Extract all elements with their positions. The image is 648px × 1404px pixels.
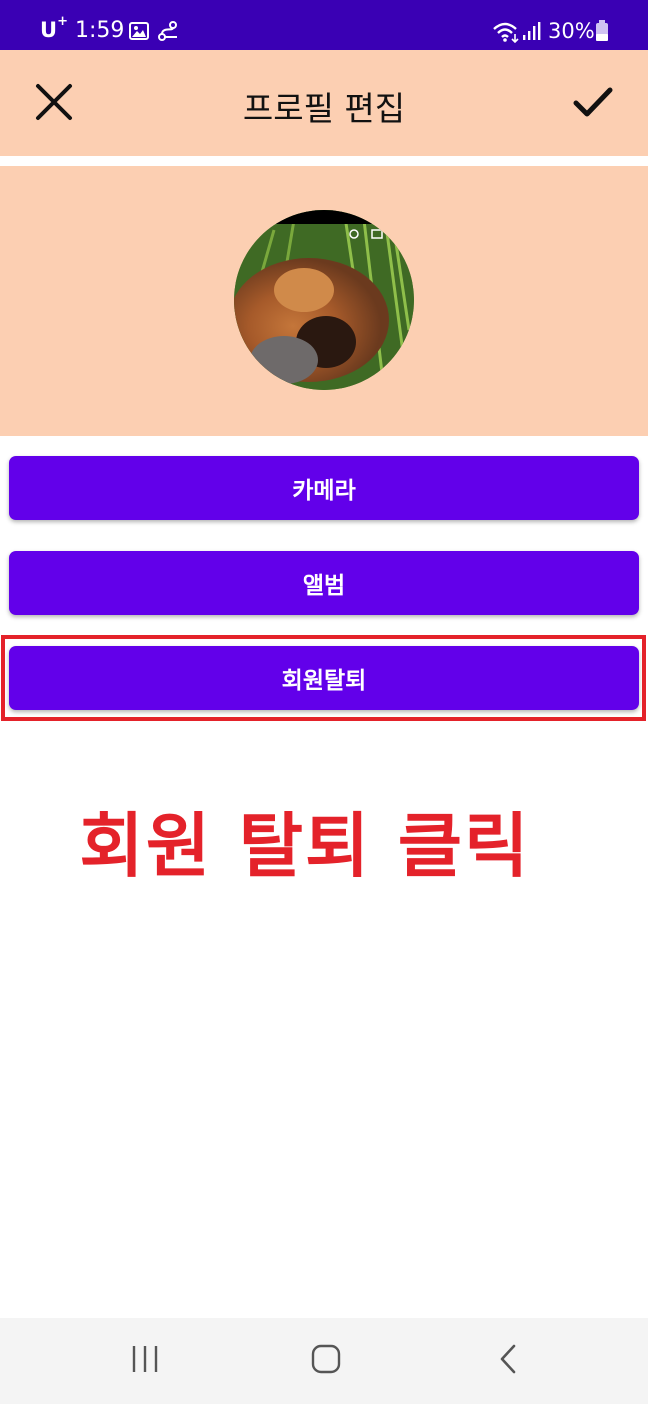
battery-percent: 30% — [548, 19, 595, 43]
save-button[interactable] — [563, 74, 623, 134]
battery-icon — [595, 20, 609, 46]
album-button[interactable]: 앨범 — [9, 551, 639, 615]
link-icon — [157, 21, 179, 45]
check-icon — [572, 85, 614, 123]
profile-photo — [234, 210, 414, 390]
signal-icon — [522, 21, 542, 45]
back-button[interactable] — [478, 1338, 538, 1384]
avatar[interactable] — [234, 210, 414, 390]
image-icon — [129, 22, 149, 44]
recents-icon — [130, 1344, 160, 1378]
status-time: 1:59 — [75, 18, 125, 43]
recents-button[interactable] — [115, 1338, 175, 1384]
page-title: 프로필 편집 — [242, 89, 406, 128]
status-bar: U+ 1:59 30% — [0, 0, 648, 50]
home-button[interactable] — [296, 1338, 356, 1384]
navigation-bar — [0, 1318, 648, 1404]
wifi-icon — [492, 21, 520, 47]
profile-header — [0, 166, 648, 436]
back-icon — [497, 1344, 519, 1378]
app-bar: 프로필 편집 — [0, 50, 648, 156]
home-icon — [311, 1344, 341, 1378]
camera-button[interactable]: 카메라 — [9, 456, 639, 520]
highlight-box — [1, 635, 646, 721]
carrier-label: U+ — [40, 14, 68, 42]
annotation-text: 회원 탈퇴 클릭 — [79, 805, 531, 887]
